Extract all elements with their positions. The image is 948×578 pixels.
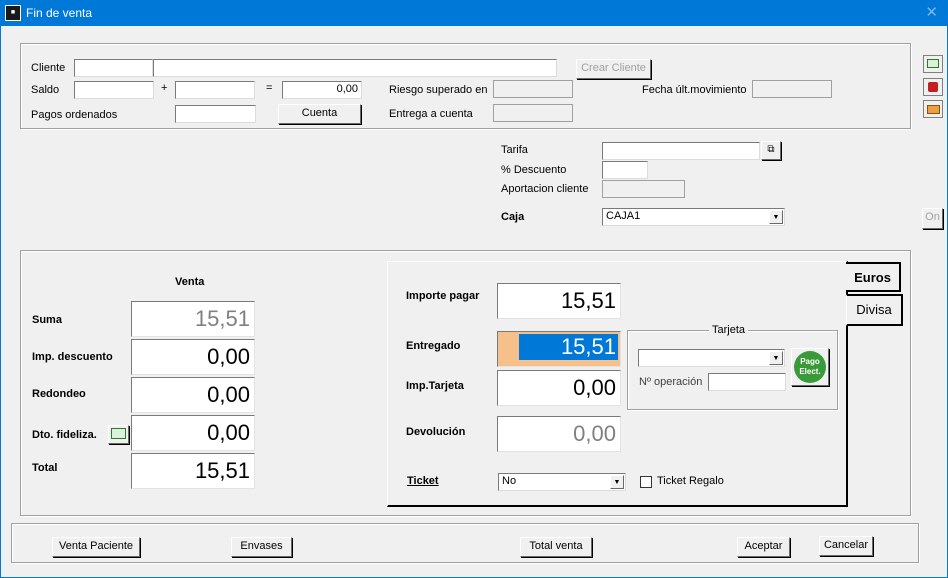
folder-icon[interactable] (923, 100, 943, 118)
title-bar: ■ Fin de venta ✕ (0, 0, 948, 26)
cliente-code-input[interactable] (74, 59, 153, 77)
descuento-input[interactable] (602, 161, 648, 179)
card-icon (111, 428, 126, 439)
entrega-label: Entrega a cuenta (389, 108, 473, 120)
ticket-label: Ticket (407, 475, 439, 487)
saldo-input-1[interactable] (74, 81, 154, 99)
envases-button[interactable]: Envases (231, 537, 292, 557)
importe-pagar-value: 15,51 (497, 283, 621, 319)
ticket-regalo-checkbox[interactable] (640, 476, 652, 488)
venta-paciente-button[interactable]: Venta Paciente (52, 537, 140, 557)
imp-descuento-value[interactable]: 0,00 (131, 339, 255, 375)
aportacion-input (602, 180, 685, 198)
tarifa-label: Tarifa (501, 144, 528, 156)
ticket-select-value: No (502, 475, 517, 487)
tarjeta-group-label: Tarjeta (709, 324, 749, 336)
crear-cliente-button[interactable]: Crear Cliente (576, 59, 651, 79)
suma-label: Suma (32, 314, 62, 326)
devolucion-label: Devolución (406, 426, 466, 438)
aceptar-button[interactable]: Aceptar (737, 537, 790, 557)
caja-select-value: CAJA1 (606, 210, 641, 222)
devolucion-value: 0,00 (497, 416, 621, 452)
total-value: 15,51 (131, 453, 255, 489)
operacion-input[interactable] (708, 373, 786, 391)
saldo-label: Saldo (31, 84, 60, 96)
ticket-select[interactable]: No ▼ (498, 473, 626, 491)
pago-elect-line2: Elect. (799, 367, 821, 376)
fecha-label: Fecha últ.movimiento (642, 84, 747, 96)
saldo-input-2[interactable] (175, 81, 255, 99)
entregado-selection: 15,51 (519, 334, 618, 360)
descuento-label: % Descuento (501, 164, 567, 176)
dto-fideliza-value[interactable]: 0,00 (131, 415, 255, 451)
window-body: Cliente Crear Cliente Saldo + = 0,00 Rie… (0, 26, 948, 578)
fecha-input (752, 80, 832, 98)
entregado-input[interactable]: 15,51 (497, 331, 621, 367)
chevron-down-icon[interactable]: ▼ (610, 475, 624, 489)
dto-fideliza-label: Dto. fideliza. (32, 429, 97, 441)
pagos-input[interactable] (175, 105, 256, 123)
window-title: Fin de venta (26, 6, 93, 20)
operacion-label: Nº operación (639, 376, 703, 388)
ticket-regalo-label: Ticket Regalo (657, 475, 724, 487)
chevron-down-icon[interactable]: ▼ (769, 351, 783, 365)
dto-fideliza-button[interactable] (108, 425, 129, 444)
imp-tarjeta-value[interactable]: 0,00 (497, 370, 621, 406)
cliente-label: Cliente (31, 62, 66, 74)
pago-elect-line1: Pago (800, 357, 820, 366)
close-icon[interactable]: ✕ (925, 3, 938, 21)
tarjeta-select[interactable]: ▼ (638, 349, 785, 367)
imp-tarjeta-label: Imp.Tarjeta (406, 380, 464, 392)
card-icon[interactable] (923, 55, 943, 73)
on-button[interactable]: On (922, 208, 943, 229)
total-label: Total (32, 462, 58, 474)
cliente-name-input[interactable] (153, 59, 557, 77)
tab-euros[interactable]: Euros (846, 262, 901, 292)
pagos-label: Pagos ordenados (31, 109, 118, 121)
tarifa-lookup-icon[interactable]: ⧉ (761, 141, 781, 160)
redondeo-label: Redondeo (32, 388, 86, 400)
aportacion-label: Aportacion cliente (501, 183, 589, 195)
riesgo-label: Riesgo superado en (389, 84, 488, 96)
pago-electronico-button[interactable]: Pago Elect. (791, 348, 829, 386)
gift-icon[interactable] (923, 78, 943, 96)
suma-value: 15,51 (131, 301, 255, 337)
chevron-down-icon[interactable]: ▼ (769, 210, 783, 224)
entrega-input (493, 104, 573, 122)
total-venta-button[interactable]: Total venta (520, 537, 592, 557)
pago-electronico-icon: Pago Elect. (794, 351, 826, 383)
plus-sign: + (161, 82, 168, 94)
importe-pagar-label: Importe pagar (406, 290, 480, 302)
entregado-label: Entregado (406, 340, 461, 352)
tab-divisa[interactable]: Divisa (846, 294, 903, 326)
riesgo-input (493, 80, 573, 98)
imp-descuento-label: Imp. descuento (32, 351, 113, 363)
cancelar-button[interactable]: Cancelar (819, 536, 873, 556)
tarifa-input[interactable] (602, 142, 760, 160)
caja-label: Caja (501, 211, 525, 223)
redondeo-value[interactable]: 0,00 (131, 377, 255, 413)
equals-sign: = (266, 82, 273, 94)
cuenta-button[interactable]: Cuenta (278, 104, 361, 124)
caja-select[interactable]: CAJA1 ▼ (602, 208, 785, 226)
saldo-total-input[interactable]: 0,00 (282, 81, 362, 99)
app-icon[interactable]: ■ (5, 5, 21, 21)
venta-header: Venta (175, 276, 205, 288)
